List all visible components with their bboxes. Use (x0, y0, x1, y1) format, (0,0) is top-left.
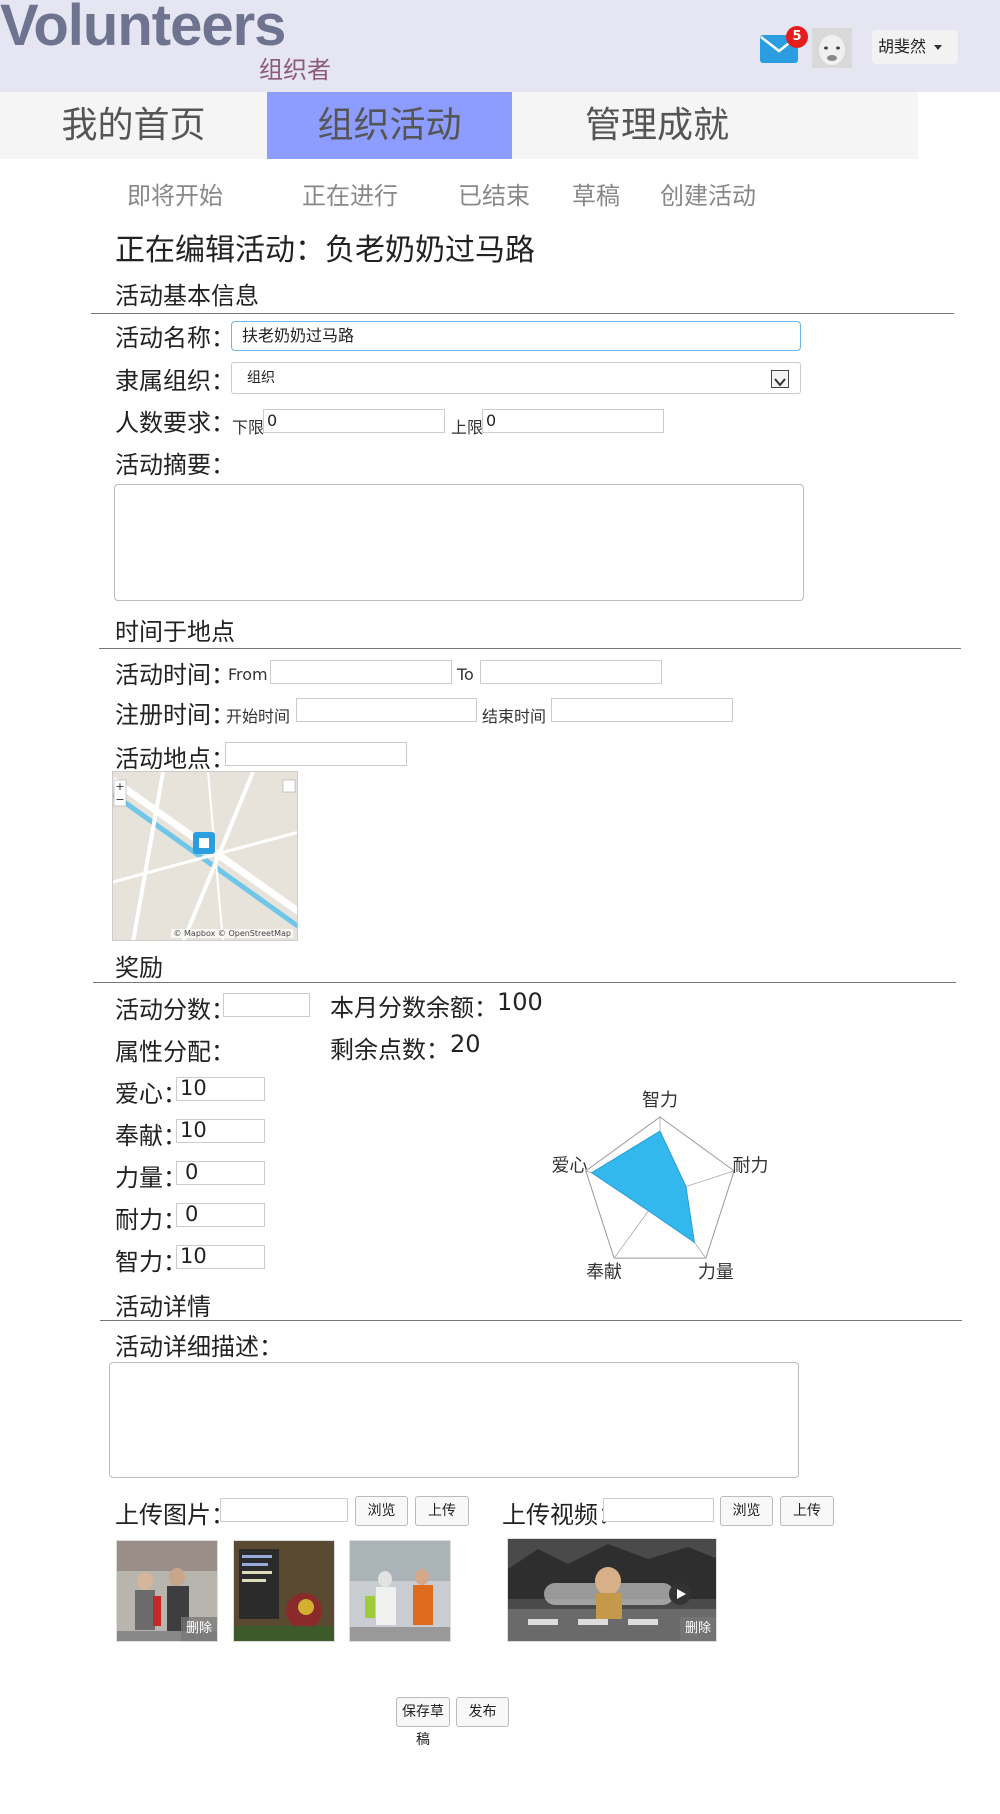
score-input[interactable] (223, 993, 310, 1017)
delete-image-button[interactable]: 删除 (181, 1617, 217, 1641)
register-start-input[interactable] (296, 698, 477, 722)
register-end-input[interactable] (551, 698, 733, 722)
section-basic-info: 活动基本信息 (115, 282, 259, 310)
detail-description-label: 活动详细描述： (115, 1333, 283, 1361)
attr-devotion-input[interactable]: 10 (176, 1119, 265, 1143)
end-time-label: 结束时间 (482, 707, 547, 726)
tab-home[interactable]: 我的首页 (0, 92, 267, 159)
activity-time-label: 活动时间： (115, 661, 235, 689)
divider (100, 1320, 962, 1321)
role-label: 组织者 (259, 56, 331, 84)
radar-label: 智力 (642, 1090, 678, 1111)
map-attribution: © Mapbox © OpenStreetMap (171, 929, 293, 938)
subtab-upcoming[interactable]: 即将开始 (127, 176, 223, 211)
upload-image-button[interactable]: 上传 (415, 1496, 469, 1526)
browse-image-button[interactable]: 浏览 (355, 1496, 408, 1526)
subtab-create[interactable]: 创建活动 (660, 176, 756, 211)
radar-area (590, 1130, 696, 1244)
summary-label: 活动摘要： (115, 451, 235, 479)
radar-label: 爱心 (551, 1156, 587, 1177)
month-balance-value: 100 (497, 988, 543, 1016)
register-time-label: 注册时间： (115, 701, 235, 729)
divider (99, 648, 961, 649)
upload-video-input[interactable] (603, 1498, 714, 1522)
subtab-ended[interactable]: 已结束 (458, 176, 530, 211)
max-people-input[interactable]: 0 (482, 409, 664, 433)
upload-image-label: 上传图片： (115, 1501, 235, 1529)
uploaded-video-thumbnail[interactable]: 删除 (507, 1538, 717, 1642)
radar-label: 耐力 (733, 1156, 769, 1177)
avatar[interactable] (812, 28, 852, 68)
detail-textarea[interactable] (109, 1362, 799, 1478)
activity-time-to-input[interactable] (480, 660, 662, 684)
radar-label: 奉献 (586, 1262, 622, 1283)
subtab-ongoing[interactable]: 正在进行 (302, 176, 398, 211)
section-time-location: 时间于地点 (115, 618, 235, 646)
uploaded-image-thumbnail[interactable] (349, 1540, 451, 1642)
score-label: 活动分数： (115, 996, 235, 1024)
caret-down-icon (934, 45, 943, 50)
browse-video-button[interactable]: 浏览 (720, 1496, 773, 1526)
section-rewards: 奖励 (115, 954, 163, 982)
location-map[interactable]: + − © Mapbox © OpenStreetMap (112, 771, 298, 941)
page: Volunteers 组织者 5 胡斐然 我的首页 组织活动 管理成就 即将开始… (0, 0, 1000, 1814)
publish-button[interactable]: 发布 (456, 1697, 509, 1727)
delete-video-button[interactable]: 删除 (680, 1617, 716, 1641)
location-label: 活动地点： (115, 745, 235, 773)
logo[interactable]: Volunteers (0, 0, 286, 59)
min-people-input[interactable]: 0 (263, 409, 445, 433)
user-menu-button[interactable]: 胡斐然 (872, 30, 958, 64)
activity-time-from-input[interactable] (270, 660, 452, 684)
tab-organize-activity[interactable]: 组织活动 (267, 92, 512, 159)
people-label: 人数要求： (115, 409, 235, 437)
subtab-drafts[interactable]: 草稿 (572, 176, 620, 211)
min-label: 下限 (232, 418, 265, 437)
to-label: To (457, 665, 474, 684)
user-name: 胡斐然 (878, 37, 927, 56)
attr-endurance-input[interactable]: 0 (176, 1203, 265, 1227)
activity-name-label: 活动名称： (115, 324, 235, 352)
tab-manage-achievements[interactable]: 管理成就 (512, 92, 802, 159)
divider (91, 313, 954, 314)
svg-text:+: + (115, 780, 124, 793)
attr-strength-input[interactable]: 0 (176, 1161, 265, 1185)
upload-image-input[interactable] (220, 1498, 348, 1522)
max-label: 上限 (451, 418, 484, 437)
save-draft-button[interactable]: 保存草稿 (396, 1697, 450, 1748)
mail-count-badge: 5 (786, 26, 808, 48)
organization-value: 组织 (247, 370, 275, 386)
from-label: From (228, 665, 268, 684)
svg-text:−: − (115, 793, 124, 806)
remaining-points-label: 剩余点数： (330, 1036, 450, 1064)
attribute-allocation-label: 属性分配： (115, 1038, 235, 1066)
month-balance-label: 本月分数余额： (330, 994, 498, 1022)
divider (93, 982, 956, 983)
attr-love-input[interactable]: 10 (176, 1077, 265, 1101)
uploaded-image-thumbnail[interactable] (233, 1540, 335, 1642)
organization-label: 隶属组织： (115, 367, 235, 395)
activity-name-input[interactable]: 扶老奶奶过马路 (231, 321, 801, 351)
remaining-points-value: 20 (450, 1030, 481, 1058)
location-input[interactable] (225, 742, 407, 766)
page-title: 正在编辑活动：负老奶奶过马路 (115, 233, 535, 268)
radar-label: 力量 (698, 1262, 734, 1283)
attribute-radar-chart: 智力耐力力量 奉献 爱心 (551, 1090, 769, 1283)
organization-select[interactable]: 组织 (231, 362, 801, 394)
chevron-down-icon[interactable] (771, 370, 789, 388)
uploaded-image-thumbnail[interactable]: 删除 (116, 1540, 218, 1642)
section-details: 活动详情 (115, 1293, 211, 1321)
upload-video-button[interactable]: 上传 (780, 1496, 834, 1526)
start-time-label: 开始时间 (226, 707, 291, 726)
attr-intelligence-input[interactable]: 10 (176, 1245, 265, 1269)
summary-textarea[interactable] (114, 484, 804, 601)
